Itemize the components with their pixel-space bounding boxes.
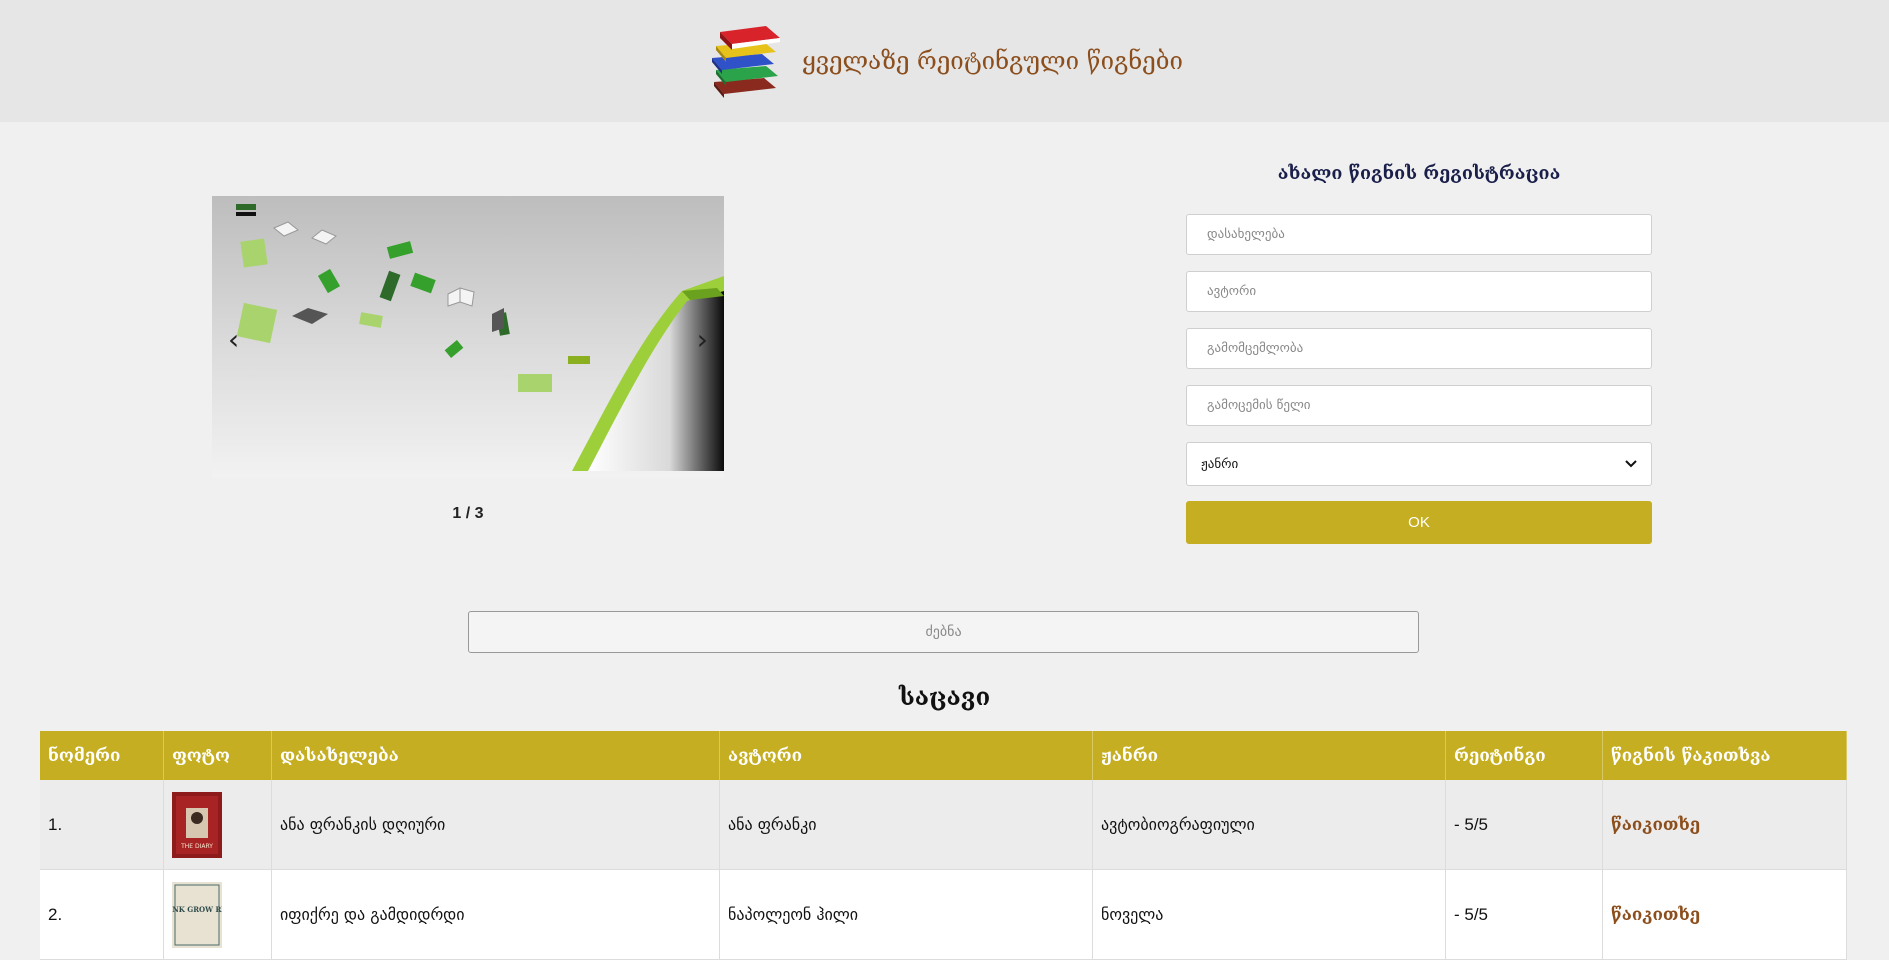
row-title: იფიქრე და გამდიდრდი: [271, 869, 720, 960]
table-row: 2. THINK GROW RICH იფიქრე და გამდიდრდი ნ…: [40, 869, 1847, 960]
cover-title-text: THINK GROW RICH: [172, 905, 222, 914]
book-cover-image: THINK GROW RICH: [172, 881, 222, 948]
column-header-author: ავტორი: [719, 731, 1093, 780]
column-header-rating: რეიტინგი: [1445, 731, 1603, 780]
image-carousel[interactable]: ‹ ›: [212, 196, 724, 478]
table-row: 1. THE DIARY ანა ფრანკის დღიური ანა ფრან…: [40, 780, 1847, 870]
publication-year-input[interactable]: გამოცემის წელი: [1186, 385, 1652, 426]
read-link[interactable]: წაიკითხე: [1611, 815, 1700, 835]
chevron-down-icon: [1625, 460, 1637, 468]
search-input[interactable]: ძებნა: [468, 611, 1419, 653]
form-title: ახალი წიგნის რეგისტრაცია: [1277, 163, 1561, 184]
row-read-cell: წაიკითხე: [1602, 780, 1847, 870]
column-header-read: წიგნის წაკითხვა: [1602, 731, 1847, 780]
column-header-number: ნომერი: [40, 731, 164, 780]
read-link[interactable]: წაიკითხე: [1611, 905, 1700, 925]
submit-button[interactable]: OK: [1186, 501, 1652, 544]
row-rating: - 5/5: [1445, 869, 1603, 960]
page-header: ყველაზე რეიტინგული წიგნები: [0, 0, 1889, 122]
genre-select-value: ჟანრი: [1201, 456, 1239, 472]
row-author: ანა ფრანკი: [719, 780, 1093, 870]
row-number: 1.: [40, 780, 164, 870]
row-photo-cell: THINK GROW RICH: [163, 869, 272, 960]
row-genre: ნოველა: [1092, 869, 1446, 960]
flying-books-image: [212, 196, 724, 478]
carousel-prev-button[interactable]: ‹: [228, 326, 239, 354]
books-table: ნომერი ფოტო დასახელება ავტორი ჟანრი რეიტ…: [40, 731, 1847, 960]
column-header-title: დასახელება: [271, 731, 720, 780]
row-author: ნაპოლეონ ჰილი: [719, 869, 1093, 960]
page-title: ყველაზე რეიტინგული წიგნები: [802, 47, 1183, 75]
author-input[interactable]: ავტორი: [1186, 271, 1652, 312]
row-photo-cell: THE DIARY: [163, 780, 272, 870]
genre-select[interactable]: ჟანრი: [1186, 442, 1652, 486]
row-genre: ავტობიოგრაფიული: [1092, 780, 1446, 870]
table-header-row: ნომერი ფოტო დასახელება ავტორი ჟანრი რეიტ…: [40, 731, 1847, 780]
section-title: საცავი: [898, 682, 991, 711]
row-rating: - 5/5: [1445, 780, 1603, 870]
row-number: 2.: [40, 869, 164, 960]
row-read-cell: წაიკითხე: [1602, 869, 1847, 960]
book-cover-image: THE DIARY: [172, 791, 222, 858]
carousel-counter: 1 / 3: [452, 505, 484, 522]
books-stack-icon: [712, 26, 781, 98]
column-header-photo: ფოტო: [163, 731, 272, 780]
column-header-genre: ჟანრი: [1092, 731, 1446, 780]
book-name-input[interactable]: დასახელება: [1186, 214, 1652, 255]
row-title: ანა ფრანკის დღიური: [271, 780, 720, 870]
cover-title-text: THE DIARY: [180, 843, 213, 850]
carousel-next-button[interactable]: ›: [697, 326, 708, 354]
publisher-input[interactable]: გამომცემლობა: [1186, 328, 1652, 369]
